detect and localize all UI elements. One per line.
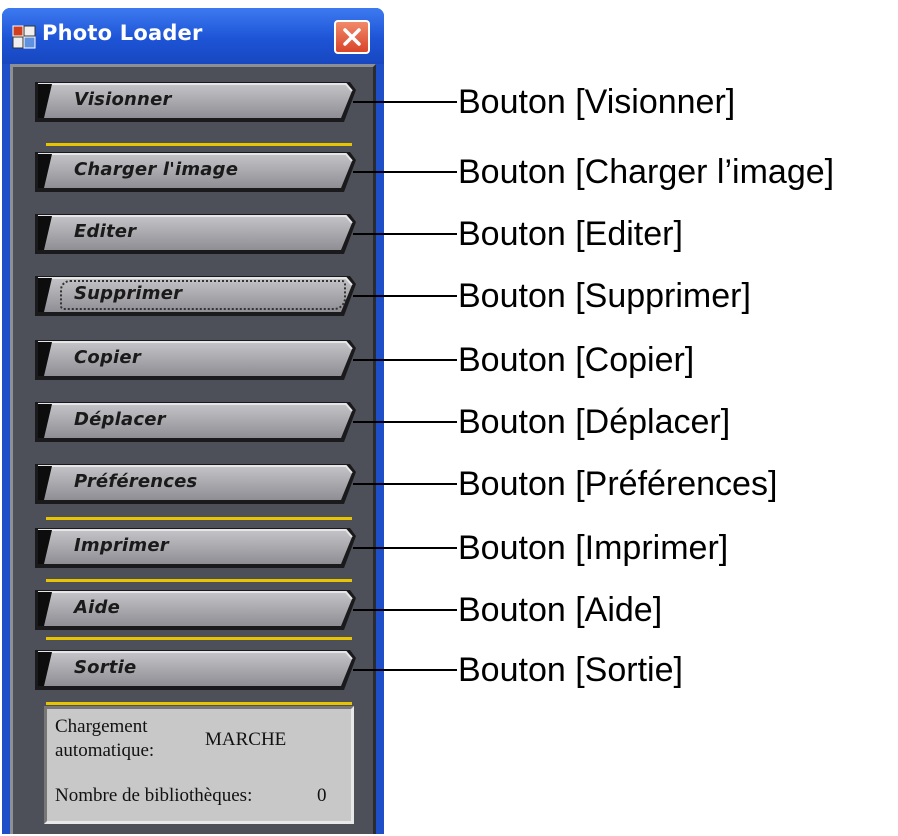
- copier-button[interactable]: Copier: [34, 338, 357, 382]
- status-panel: Chargement automatique: MARCHE Nombre de…: [44, 706, 354, 824]
- auto-load-value: MARCHE: [205, 729, 287, 750]
- sortie-button-label: Sortie: [74, 657, 137, 678]
- deplacer-button-label: Déplacer: [74, 409, 166, 430]
- libraries-count: 0: [317, 785, 327, 806]
- callout-leader-line: [353, 101, 457, 103]
- close-button[interactable]: [334, 20, 370, 54]
- charger-l-image-button[interactable]: Charger l'image: [34, 150, 357, 194]
- title-bar[interactable]: Photo Loader: [2, 8, 384, 64]
- auto-load-label-cont: automatique:: [55, 740, 155, 761]
- sortie-button[interactable]: Sortie: [34, 648, 357, 692]
- separator: [46, 579, 352, 582]
- close-icon: [343, 28, 361, 46]
- preferences-button-label: Préférences: [74, 471, 198, 492]
- callout-supprimer: Bouton [Supprimer]: [458, 277, 751, 315]
- callout-leader-line: [353, 171, 457, 173]
- editer-button[interactable]: Editer: [34, 212, 357, 256]
- visionner-button-label: Visionner: [74, 89, 172, 110]
- callout-leader-line: [353, 233, 457, 235]
- callout-leader-line: [353, 359, 457, 361]
- auto-load-label: Chargement: [55, 716, 148, 737]
- aide-button-label: Aide: [74, 597, 120, 618]
- callout-deplacer: Bouton [Déplacer]: [458, 403, 731, 441]
- callout-charger-l-image: Bouton [Charger l’image]: [458, 153, 835, 191]
- window-title: Photo Loader: [42, 21, 203, 45]
- charger-l-image-button-label: Charger l'image: [74, 159, 239, 180]
- callout-leader-line: [353, 669, 457, 671]
- callout-copier: Bouton [Copier]: [458, 341, 695, 379]
- deplacer-button[interactable]: Déplacer: [34, 400, 357, 444]
- callout-aide: Bouton [Aide]: [458, 591, 663, 629]
- callout-editer: Bouton [Editer]: [458, 215, 683, 253]
- callout-leader-line: [353, 547, 457, 549]
- separator: [46, 702, 352, 705]
- imprimer-button-label: Imprimer: [74, 535, 169, 556]
- imprimer-button[interactable]: Imprimer: [34, 526, 357, 570]
- copier-button-label: Copier: [74, 347, 141, 368]
- app-window-icon: [12, 25, 36, 49]
- callout-visionner: Bouton [Visionner]: [458, 83, 736, 121]
- supprimer-button-label: Supprimer: [74, 283, 183, 304]
- callout-leader-line: [353, 295, 457, 297]
- callout-leader-line: [353, 421, 457, 423]
- separator: [46, 637, 352, 640]
- callout-leader-line: [353, 609, 457, 611]
- callout-sortie: Bouton [Sortie]: [458, 651, 683, 689]
- visionner-button[interactable]: Visionner: [34, 80, 357, 124]
- callout-leader-line: [353, 483, 457, 485]
- supprimer-button[interactable]: Supprimer: [34, 274, 357, 318]
- libraries-label: Nombre de bibliothèques:: [55, 785, 253, 806]
- separator: [46, 143, 352, 146]
- aide-button[interactable]: Aide: [34, 588, 357, 632]
- callout-imprimer: Bouton [Imprimer]: [458, 529, 729, 567]
- editer-button-label: Editer: [74, 221, 137, 242]
- callout-preferences: Bouton [Préférences]: [458, 465, 778, 503]
- separator: [46, 517, 352, 520]
- preferences-button[interactable]: Préférences: [34, 462, 357, 506]
